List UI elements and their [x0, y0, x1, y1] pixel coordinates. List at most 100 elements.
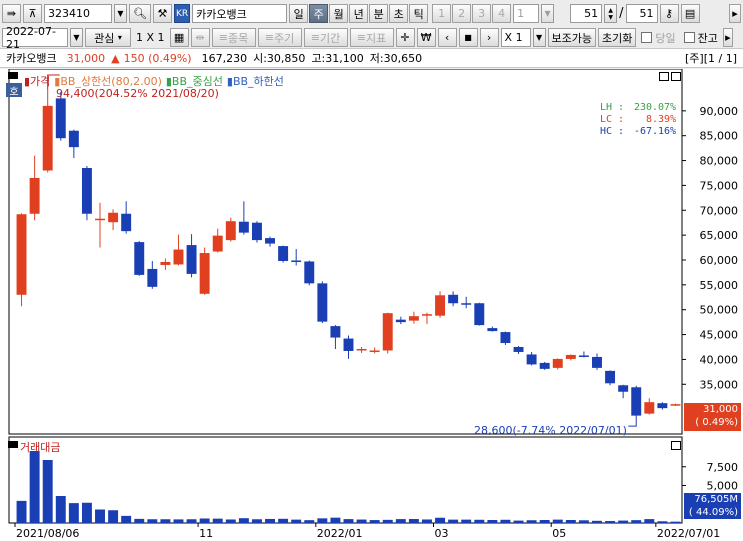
- search-icon[interactable]: 🔍︎: [129, 4, 151, 23]
- stat-value-1: 8.39%: [645, 114, 677, 125]
- candle-body-45: [605, 370, 616, 384]
- stop-icon[interactable]: ■: [458, 28, 478, 47]
- next-icon[interactable]: ›: [479, 28, 499, 47]
- panel-maximize-icon[interactable]: [659, 72, 669, 81]
- quote-price: 31,000: [66, 51, 106, 65]
- scroll-right-icon[interactable]: ▸: [729, 4, 741, 23]
- stock-code-input[interactable]: 323410: [44, 4, 112, 23]
- date-dropdown[interactable]: ▼: [70, 28, 83, 47]
- volume-bar-29: [395, 519, 406, 523]
- candle-body-10: [147, 268, 158, 287]
- volume-bar-48: [644, 519, 655, 523]
- holdings-option[interactable]: 잔고: [683, 30, 718, 46]
- chart-area[interactable]: 35,000 40,000 45,000 50,000 55,000 60,000 65,0…: [0, 69, 743, 541]
- min-pointer: [628, 416, 637, 427]
- multiplier-field[interactable]: X 1: [500, 28, 531, 47]
- page-current-input[interactable]: 51: [570, 4, 603, 23]
- save-icon[interactable]: ▤: [680, 4, 700, 23]
- tick-button-1[interactable]: 2: [452, 4, 472, 23]
- quote-open: 시:30,850: [253, 52, 306, 65]
- panel-close-icon[interactable]: [671, 72, 681, 81]
- period-button-1[interactable]: 주: [309, 4, 329, 23]
- volume-bar-42: [565, 520, 576, 523]
- candle-body-37: [500, 332, 511, 344]
- volume-bar-8: [121, 515, 132, 523]
- today-option[interactable]: 당일: [641, 30, 676, 46]
- quote-tab[interactable]: 호: [6, 83, 22, 98]
- candle-body-30: [408, 316, 419, 321]
- chart-canvas[interactable]: 35,000 40,000 45,000 50,000 55,000 60,000 65,0…: [0, 69, 743, 541]
- volume-bar-7: [108, 510, 119, 523]
- price-ytick-label-1: 40,000: [700, 353, 739, 366]
- quote-low: 저:30,650: [369, 52, 423, 65]
- candle-body-38: [513, 346, 524, 352]
- volume-bar-21: [291, 519, 302, 523]
- volume-bar-27: [369, 520, 380, 523]
- tick-button-3[interactable]: 4: [492, 4, 512, 23]
- tick-count-input[interactable]: 1: [513, 4, 540, 23]
- candle-body-18: [251, 222, 262, 241]
- volume-bar-25: [343, 519, 354, 523]
- interest-caret-icon: ▾: [117, 33, 122, 42]
- price-ytick-label-9: 80,000: [700, 155, 739, 168]
- candle-body-14: [199, 253, 210, 294]
- scroll-right-2-icon[interactable]: ▸: [722, 28, 733, 47]
- period-button-4[interactable]: 분: [369, 4, 389, 23]
- indicator-button[interactable]: ≡ 지표: [349, 28, 394, 47]
- period-button[interactable]: ≡ 기간: [303, 28, 348, 47]
- interest-label: 관심: [94, 31, 115, 45]
- secondary-toolbar: 2022-07-21 ▼ 관심 ▾ 1 X 1 ▦ ⇹ ≡ 종목 ≡ 주기 ≡ 기간 …: [0, 25, 743, 51]
- date-input[interactable]: 2022-07-21: [2, 25, 68, 51]
- volume-bar-24: [330, 517, 341, 523]
- volume-bar-49: [657, 521, 668, 523]
- holdings-checkbox[interactable]: [683, 32, 695, 43]
- period-button-3[interactable]: 년: [349, 4, 369, 23]
- volume-handle-icon[interactable]: [8, 441, 18, 448]
- tools-icon[interactable]: ⚒: [152, 4, 172, 23]
- candle-body-41: [552, 358, 563, 368]
- grid-icon[interactable]: ▦: [169, 28, 189, 47]
- xtick-label-1: 11: [199, 527, 213, 540]
- bracket-icon[interactable]: ⇹: [190, 28, 210, 47]
- tick-button-0[interactable]: 1: [432, 4, 452, 23]
- aux-button[interactable]: 보조가능: [547, 28, 597, 47]
- volume-bar-4: [68, 503, 79, 523]
- pin-icon[interactable]: ⊼: [23, 4, 42, 23]
- indicator-label: 지표: [366, 31, 387, 45]
- volume-bar-43: [578, 520, 589, 523]
- today-checkbox[interactable]: [641, 32, 653, 43]
- multiplier-dropdown[interactable]: ▼: [532, 28, 546, 47]
- prev-icon[interactable]: ‹: [437, 28, 457, 47]
- cycle-button[interactable]: ≡ 주기: [257, 28, 302, 47]
- code-dropdown[interactable]: ▼: [114, 4, 127, 23]
- volume-bar-16: [225, 519, 236, 523]
- volume-bar-45: [605, 521, 616, 523]
- stat-row-0: LH : 230.07%: [600, 102, 676, 114]
- volume-ytick-label-1: 7,500: [707, 461, 739, 474]
- period-button-5[interactable]: 초: [389, 4, 409, 23]
- tick-button-2[interactable]: 3: [472, 4, 492, 23]
- volume-bar-41: [552, 519, 563, 523]
- panel-handle-icon[interactable]: [8, 72, 18, 79]
- volume-close-icon[interactable]: [671, 441, 681, 450]
- panel-pager[interactable]: [주][1 / 1]: [685, 50, 737, 66]
- today-label: 당일: [655, 31, 676, 45]
- period-button-2[interactable]: 월: [329, 4, 349, 23]
- period-button-6[interactable]: 틱: [409, 4, 429, 23]
- crosshair-icon[interactable]: ✛: [395, 28, 415, 47]
- tick-count-dropdown[interactable]: ▼: [541, 4, 555, 23]
- stat-value-0: 230.07%: [633, 102, 677, 113]
- volume-bar-31: [422, 519, 432, 523]
- dock-icon[interactable]: ⇛: [2, 4, 21, 23]
- item-button[interactable]: ≡ 종목: [211, 28, 256, 47]
- reset-button[interactable]: 초기화: [598, 28, 637, 47]
- holdings-label: 잔고: [697, 31, 718, 45]
- volume-bar-0: [16, 500, 27, 523]
- candle-body-3: [55, 98, 66, 139]
- volume-bar-13: [186, 519, 197, 523]
- page-spinner[interactable]: ▲ ▼: [604, 4, 618, 23]
- period-button-0[interactable]: 일: [289, 4, 309, 23]
- compress-icon[interactable]: ₩: [416, 28, 436, 47]
- interest-button[interactable]: 관심 ▾: [85, 28, 131, 47]
- key-icon[interactable]: ⚷: [659, 4, 679, 23]
